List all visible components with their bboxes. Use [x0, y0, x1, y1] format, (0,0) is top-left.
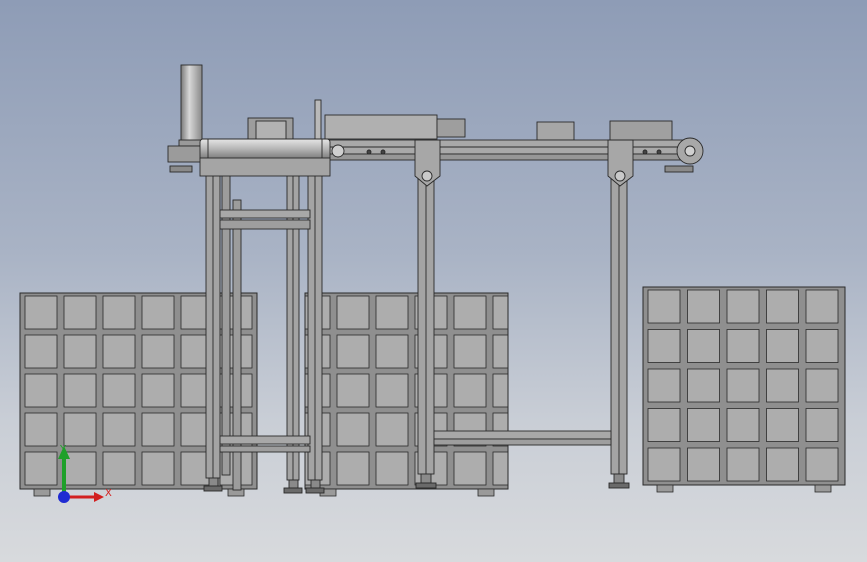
pallet-stack-middle — [304, 292, 509, 497]
triad-x-arrowhead — [94, 492, 104, 502]
conveyor-assembly — [167, 64, 704, 187]
triad-y-label: Y — [59, 444, 67, 455]
cad-viewport[interactable]: X Y — [0, 0, 867, 562]
triad-x-label: X — [105, 488, 112, 499]
assembly-drawing[interactable]: X Y — [0, 0, 867, 562]
pallet-stack-left — [19, 292, 258, 497]
pallet-stack-right — [642, 286, 846, 493]
triad-z-axis — [58, 491, 70, 503]
